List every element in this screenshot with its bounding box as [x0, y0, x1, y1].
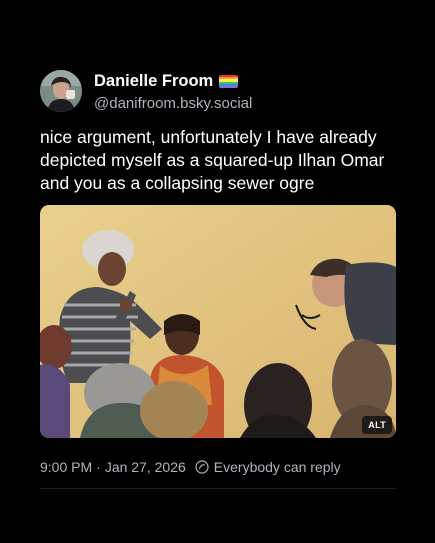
post: Danielle Froom @danifroom.bsky.social ni… — [40, 68, 396, 489]
meta-separator: · — [96, 459, 101, 475]
post-time[interactable]: 9:00 PM — [40, 459, 92, 475]
author-names: Danielle Froom @danifroom.bsky.social — [94, 71, 252, 112]
globe-icon — [195, 460, 209, 474]
post-date[interactable]: Jan 27, 2026 — [105, 459, 186, 475]
post-text: nice argument, unfortunately I have alre… — [40, 127, 385, 193]
reply-setting[interactable]: Everybody can reply — [214, 459, 341, 475]
author-handle[interactable]: @danifroom.bsky.social — [94, 95, 252, 112]
photo-scene — [40, 205, 396, 438]
post-divider — [40, 488, 396, 489]
avatar-image — [40, 70, 82, 112]
post-header: Danielle Froom @danifroom.bsky.social — [40, 68, 396, 114]
alt-text-button[interactable]: ALT — [362, 416, 392, 434]
post-image[interactable]: ALT — [40, 205, 396, 438]
avatar[interactable] — [40, 70, 82, 112]
rainbow-flag-icon — [219, 75, 239, 88]
post-meta: 9:00 PM · Jan 27, 2026 Everybody can rep… — [40, 457, 341, 477]
display-name-row: Danielle Froom — [94, 71, 252, 93]
author-display-name[interactable]: Danielle Froom — [94, 72, 213, 91]
